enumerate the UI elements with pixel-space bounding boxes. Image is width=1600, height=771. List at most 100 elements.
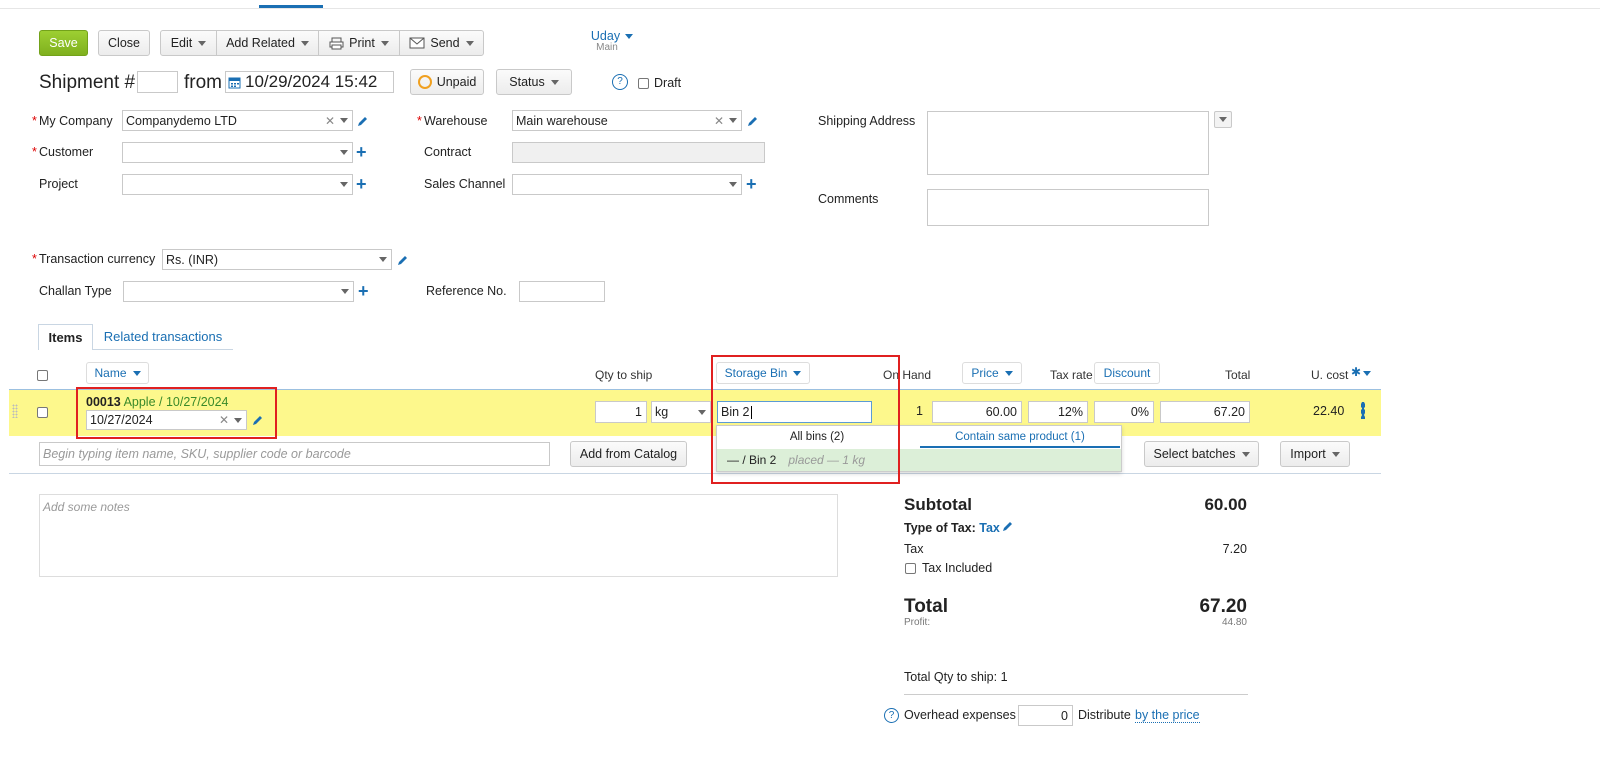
address-dropdown-button[interactable] xyxy=(1214,111,1232,128)
pencil-icon[interactable] xyxy=(747,116,758,127)
tab-items[interactable]: Items xyxy=(38,324,93,350)
row-checkbox[interactable] xyxy=(37,407,48,418)
chevron-down-icon xyxy=(380,40,389,46)
currency-select[interactable]: Rs. (INR) xyxy=(162,249,392,270)
sales-channel-label: Sales Channel xyxy=(424,177,506,191)
name-column-header[interactable]: Name xyxy=(86,362,149,384)
close-button[interactable]: Close xyxy=(98,30,150,56)
chevron-down-icon[interactable] xyxy=(340,182,348,187)
item-search-input[interactable]: Begin typing item name, SKU, supplier co… xyxy=(39,442,550,466)
shipment-label: Shipment # xyxy=(39,72,136,93)
edit-label: Edit xyxy=(170,36,193,50)
reference-no-label: Reference No. xyxy=(426,284,507,298)
select-all-checkbox[interactable] xyxy=(37,370,48,381)
shipping-address-textarea[interactable] xyxy=(927,111,1209,175)
price-input[interactable]: 60.00 xyxy=(932,401,1022,423)
row-menu-icon[interactable] xyxy=(1361,402,1365,419)
pencil-icon[interactable] xyxy=(397,255,408,266)
status-button[interactable]: Status xyxy=(496,69,572,95)
help-icon[interactable]: ? xyxy=(884,708,899,723)
u-cost-value: 22.40 xyxy=(1313,404,1345,418)
discount-column-header[interactable]: Discount xyxy=(1094,362,1160,384)
chevron-down-icon[interactable] xyxy=(379,257,387,262)
overhead-input[interactable]: 0 xyxy=(1018,705,1073,726)
comments-label: Comments xyxy=(818,192,879,206)
tax-included-checkbox[interactable] xyxy=(905,563,916,574)
save-button[interactable]: Save xyxy=(39,30,88,56)
tax-included-label: Tax Included xyxy=(922,561,993,575)
from-label: from xyxy=(184,72,222,93)
clear-icon[interactable]: ✕ xyxy=(714,114,724,128)
challan-type-select[interactable] xyxy=(123,281,354,302)
add-related-button[interactable]: Add Related xyxy=(216,30,319,56)
date-input[interactable]: 10/29/2024 15:42 xyxy=(225,71,394,93)
edit-button[interactable]: Edit xyxy=(160,30,217,56)
on-hand-value: 1 xyxy=(916,404,923,418)
chevron-down-icon xyxy=(625,33,634,39)
user-menu[interactable]: Uday Main xyxy=(587,29,637,53)
sales-channel-select[interactable] xyxy=(512,174,742,195)
pencil-icon[interactable] xyxy=(357,116,368,127)
add-from-catalog-button[interactable]: Add from Catalog xyxy=(570,441,687,467)
tax-rate-input[interactable]: 12% xyxy=(1028,401,1088,423)
import-label: Import xyxy=(1290,447,1326,461)
qty-input[interactable]: 1 xyxy=(595,401,647,423)
total-value: 67.20 xyxy=(1199,596,1247,617)
clear-icon[interactable]: ✕ xyxy=(325,114,335,128)
tab-same-product[interactable]: Contain same product (1) xyxy=(920,426,1120,448)
chevron-down-icon[interactable] xyxy=(340,150,348,155)
select-batches-button[interactable]: Select batches xyxy=(1144,441,1259,467)
reference-no-input[interactable] xyxy=(519,281,605,302)
my-company-label: My Company xyxy=(32,114,113,128)
chevron-down-icon xyxy=(1004,370,1013,376)
add-challan-type-icon[interactable]: + xyxy=(358,282,369,300)
qty-header: Qty to ship xyxy=(595,368,653,382)
shipping-address-label: Shipping Address xyxy=(818,114,916,128)
subtotal-value: 60.00 xyxy=(1204,495,1247,514)
distribute-by-price-link[interactable]: by the price xyxy=(1135,708,1200,723)
project-label: Project xyxy=(39,177,78,191)
tab-related-transactions[interactable]: Related transactions xyxy=(93,324,233,350)
unit-select[interactable]: kg xyxy=(651,401,711,423)
total-qty-to-ship: Total Qty to ship: 1 xyxy=(904,670,1008,684)
shipment-number-input[interactable] xyxy=(137,71,178,93)
chevron-down-icon[interactable] xyxy=(729,118,737,123)
column-settings-icon[interactable]: ✱ xyxy=(1351,365,1372,379)
comments-textarea[interactable] xyxy=(927,189,1209,226)
chevron-down-icon[interactable] xyxy=(698,409,706,415)
discount-input[interactable]: 0% xyxy=(1094,401,1154,423)
draft-checkbox[interactable] xyxy=(638,78,649,89)
total-input[interactable]: 67.20 xyxy=(1160,401,1250,423)
calendar-icon[interactable] xyxy=(228,76,241,89)
add-related-label: Add Related xyxy=(226,36,295,50)
import-button[interactable]: Import xyxy=(1280,441,1350,467)
tax-type-label: Type of Tax: xyxy=(904,521,976,535)
print-button[interactable]: Print xyxy=(318,30,400,56)
add-project-icon[interactable]: + xyxy=(356,175,367,193)
customer-select[interactable] xyxy=(122,142,353,163)
price-column-header[interactable]: Price xyxy=(962,362,1022,384)
annotation-box-item xyxy=(76,387,277,439)
chevron-down-icon xyxy=(550,79,559,85)
chevron-down-icon[interactable] xyxy=(729,182,737,187)
warehouse-select[interactable]: Main warehouse ✕ xyxy=(512,110,742,131)
payment-status-button[interactable]: Unpaid xyxy=(410,69,484,95)
total-header: Total xyxy=(1225,368,1251,382)
pencil-icon[interactable] xyxy=(1002,521,1013,532)
chevron-down-icon xyxy=(132,370,141,376)
my-company-select[interactable]: Companydemo LTD ✕ xyxy=(122,110,353,131)
tax-type-row: Type of Tax: Tax xyxy=(904,521,1000,535)
date-value: 10/29/2024 15:42 xyxy=(245,72,378,91)
drag-handle-icon[interactable] xyxy=(12,404,18,418)
project-select[interactable] xyxy=(122,174,353,195)
status-label: Status xyxy=(509,75,545,89)
add-customer-icon[interactable]: + xyxy=(356,143,367,161)
chevron-down-icon[interactable] xyxy=(340,118,348,123)
currency-label: Transaction currency xyxy=(32,252,155,266)
send-button[interactable]: Send xyxy=(399,30,484,56)
chevron-down-icon[interactable] xyxy=(341,289,349,294)
tax-type-link[interactable]: Tax xyxy=(979,521,1000,535)
help-icon[interactable]: ? xyxy=(612,74,628,90)
add-sales-channel-icon[interactable]: + xyxy=(746,175,757,193)
notes-textarea[interactable]: Add some notes xyxy=(39,494,838,577)
